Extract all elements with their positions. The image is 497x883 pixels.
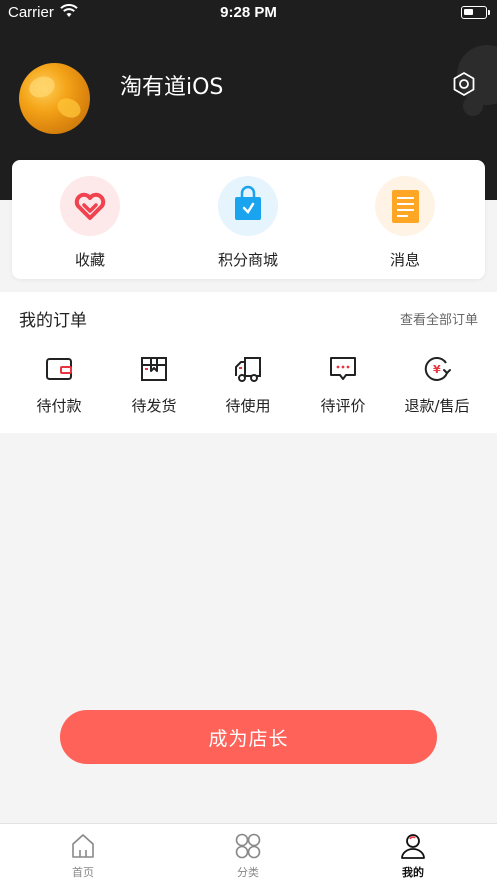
clock: 9:28 PM (220, 4, 277, 21)
comment-icon (328, 354, 358, 384)
category-icon (234, 832, 262, 860)
orders-title: 我的订单 (19, 311, 87, 331)
order-pending-use[interactable]: 待使用 (203, 354, 293, 416)
username[interactable]: 淘有道iOS (120, 69, 223, 101)
order-label: 待发货 (131, 397, 177, 415)
order-label: 待评价 (320, 397, 366, 415)
home-icon (69, 832, 97, 860)
quick-label: 消息 (389, 251, 420, 269)
order-label: 退款/售后 (404, 397, 470, 415)
heart-icon (60, 176, 120, 236)
truck-icon (233, 354, 263, 384)
quick-label: 收藏 (74, 251, 105, 269)
my-orders-section: 我的订单 查看全部订单 待付款 待发货 待使用 待评价 ¥ 退款/售后 (0, 292, 497, 433)
order-pending-shipment[interactable]: 待发货 (109, 354, 199, 416)
tab-label: 分类 (237, 866, 259, 879)
settings-icon[interactable] (451, 71, 477, 97)
quick-actions-card: 收藏 积分商城 消息 (12, 160, 485, 279)
decoration-circle (463, 96, 483, 116)
order-label: 待使用 (225, 397, 271, 415)
profile-icon (399, 832, 427, 860)
quick-messages[interactable]: 消息 (345, 176, 465, 270)
order-refund-aftersale[interactable]: ¥ 退款/售后 (392, 354, 482, 416)
refund-icon: ¥ (422, 354, 452, 384)
svg-text:¥: ¥ (433, 363, 441, 376)
message-note-icon (375, 176, 435, 236)
tab-home[interactable]: 首页 (33, 832, 133, 880)
order-label: 待付款 (36, 397, 82, 415)
tab-category[interactable]: 分类 (198, 832, 298, 880)
shopping-bag-icon (218, 176, 278, 236)
battery-icon (461, 6, 490, 19)
tab-mine[interactable]: 我的 (363, 832, 463, 880)
tab-label: 我的 (402, 866, 424, 879)
quick-favorites[interactable]: 收藏 (30, 176, 150, 270)
box-icon (139, 354, 169, 384)
view-all-orders-link[interactable]: 查看全部订单 (400, 309, 478, 328)
bottom-tab-bar: 首页 分类 我的 (0, 823, 497, 883)
quick-label: 积分商城 (217, 251, 278, 269)
quick-points-mall[interactable]: 积分商城 (188, 176, 308, 270)
status-bar: Carrier 9:28 PM (0, 0, 497, 26)
order-pending-payment[interactable]: 待付款 (14, 354, 104, 416)
order-pending-review[interactable]: 待评价 (298, 354, 388, 416)
become-manager-button[interactable]: 成为店长 (60, 710, 437, 764)
avatar[interactable] (19, 63, 90, 134)
tab-label: 首页 (72, 866, 94, 879)
wallet-icon (44, 354, 74, 384)
